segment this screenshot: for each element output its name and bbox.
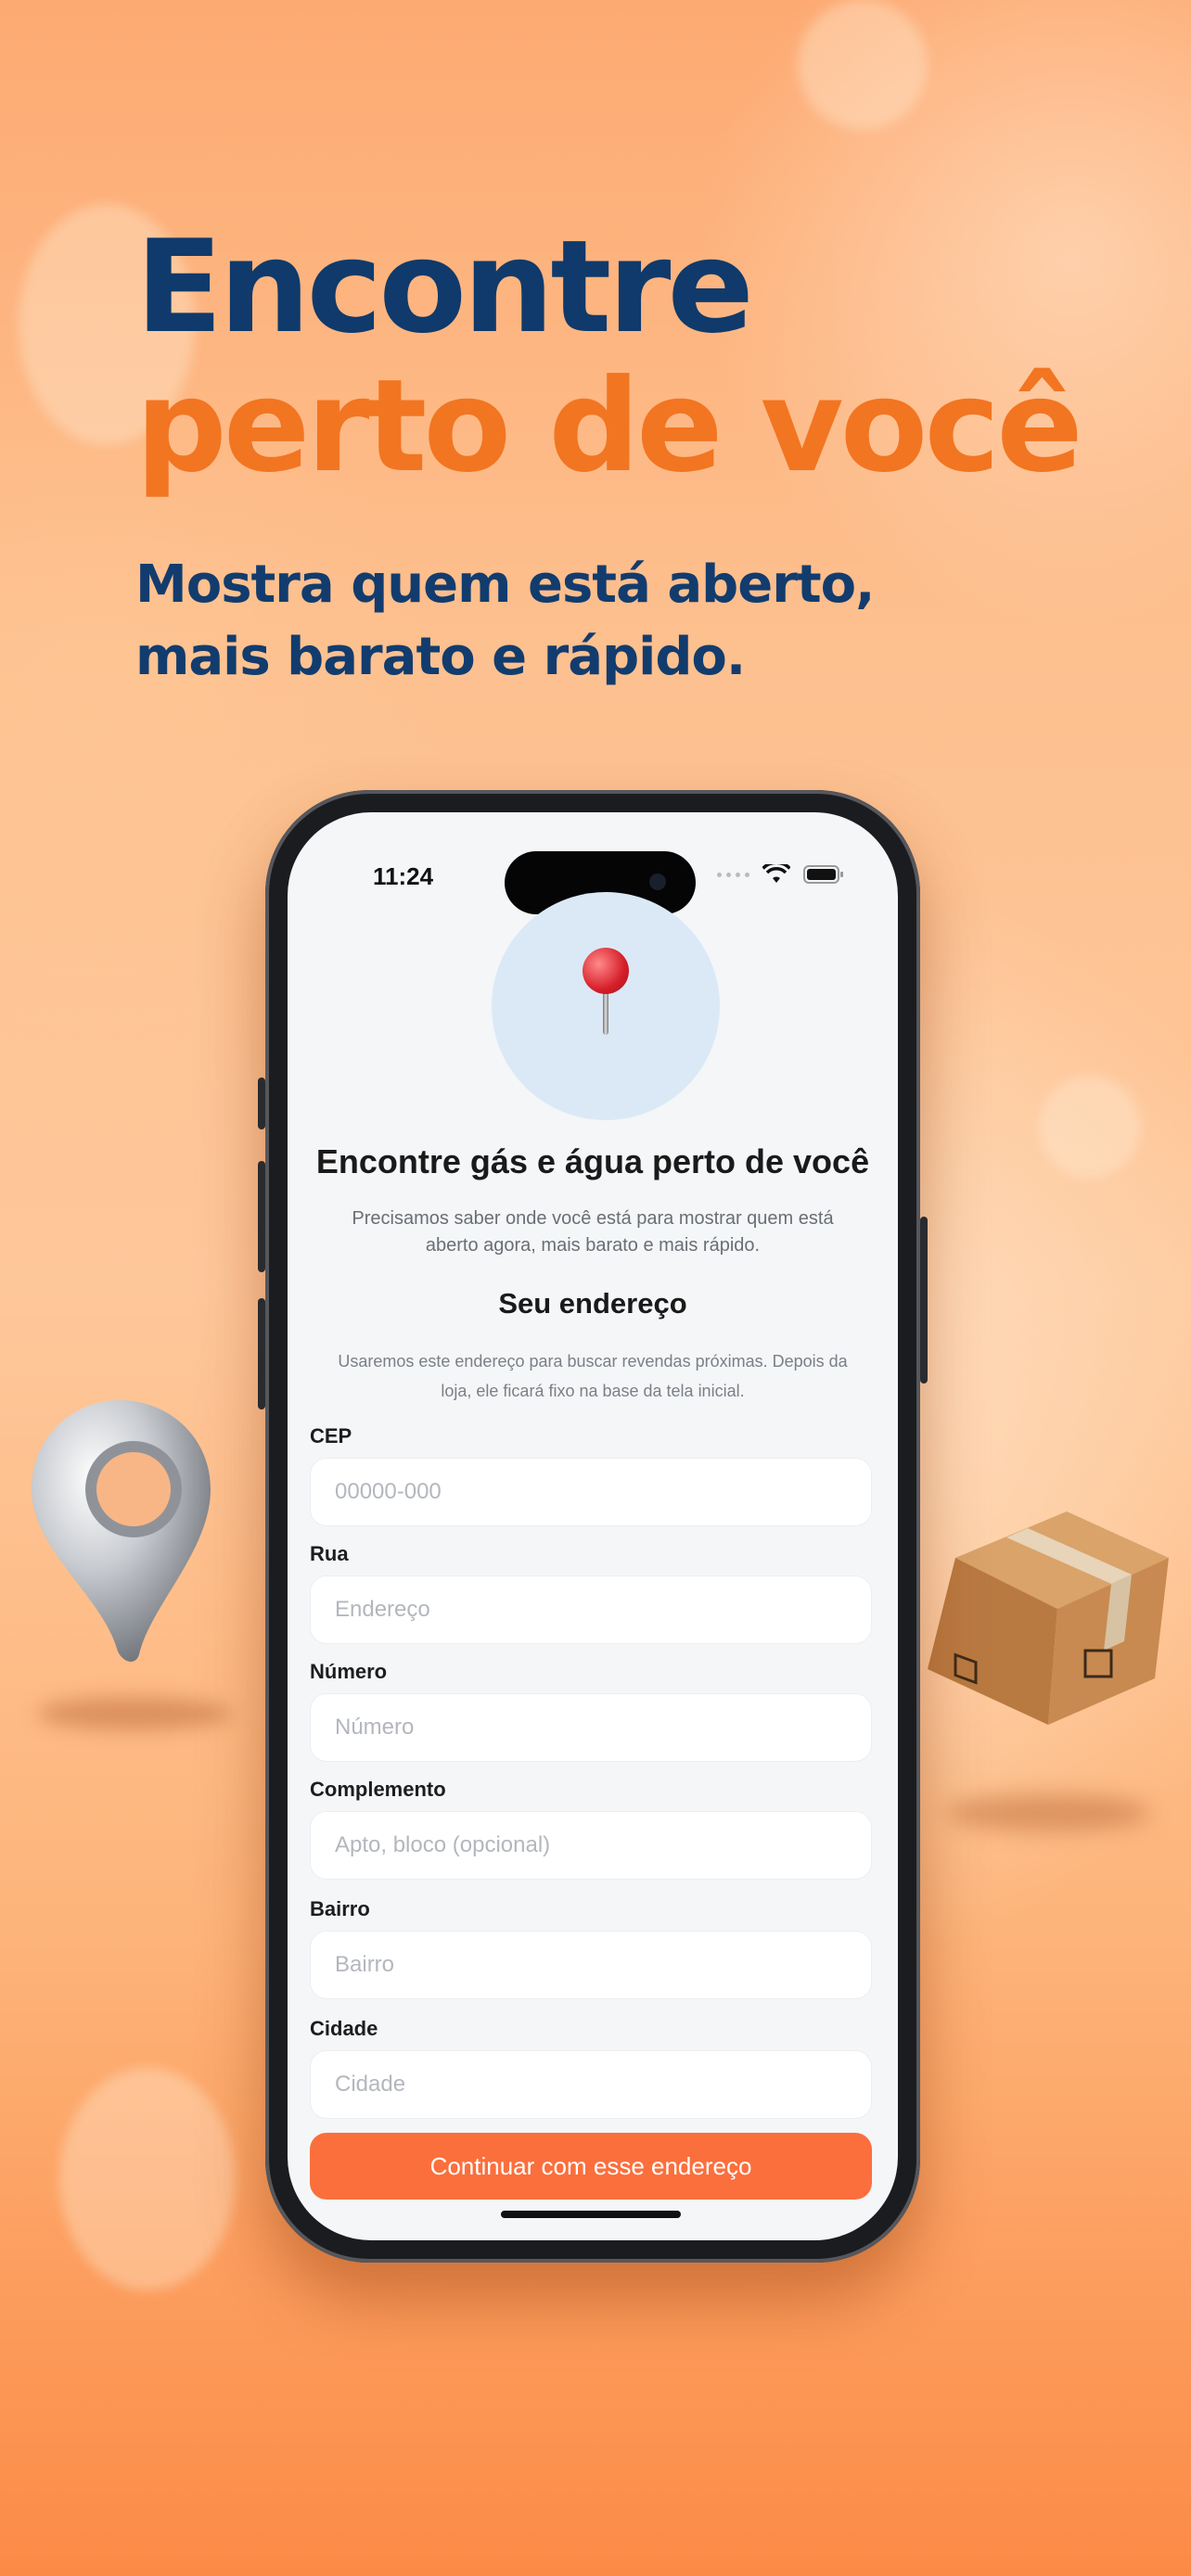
continue-button[interactable]: Continuar com esse endereço: [310, 2133, 872, 2200]
phone-power-button: [920, 1217, 928, 1384]
cep-field-group: CEP 00000-000: [310, 1424, 872, 1526]
complement-field-group: Complemento Apto, bloco (opcional): [310, 1778, 872, 1880]
hero-subtitle-line1: Mostra quem está aberto,: [135, 555, 875, 615]
location-pin-shadow: [37, 1697, 232, 1730]
neighborhood-label: Bairro: [310, 1897, 370, 1920]
phone-screen: 11:24 Encontre gás e água perto de você …: [288, 812, 898, 2240]
hero-title: Encontre perto de você: [135, 212, 1083, 501]
battery-icon: [803, 865, 843, 884]
pin-emoji-icon: [583, 948, 629, 994]
hero-title-line2: perto de você: [135, 351, 1083, 501]
location-3d-icon: [32, 1400, 211, 1662]
bokeh-light: [798, 0, 928, 130]
number-label: Número: [310, 1660, 388, 1683]
address-section-description: Usaremos este endereço para buscar reven…: [338, 1352, 848, 1400]
wifi-icon: [762, 864, 790, 883]
phone-volume-down-button: [258, 1298, 265, 1409]
status-icons: [717, 864, 844, 885]
screen-description: Precisamos saber onde você está para mos…: [352, 1208, 834, 1256]
hero-subtitle: Mostra quem está aberto, mais barato e r…: [135, 549, 875, 694]
number-input[interactable]: Número: [310, 1693, 872, 1762]
street-label: Rua: [310, 1542, 349, 1565]
neighborhood-input[interactable]: Bairro: [310, 1931, 872, 1999]
number-field-group: Número Número: [310, 1660, 872, 1762]
phone-mockup: 11:24 Encontre gás e água perto de você …: [258, 790, 928, 2263]
cep-label: CEP: [310, 1424, 352, 1447]
cep-input[interactable]: 00000-000: [310, 1458, 872, 1526]
city-input[interactable]: Cidade: [310, 2050, 872, 2119]
phone-volume-up-button: [258, 1161, 265, 1272]
location-illustration: [492, 892, 720, 1120]
neighborhood-field-group: Bairro Bairro: [310, 1897, 872, 1999]
status-time: 11:24: [373, 862, 434, 890]
hero-title-line1: Encontre: [135, 212, 754, 362]
bokeh-light: [59, 2068, 236, 2290]
street-field-group: Rua Endereço: [310, 1542, 872, 1644]
complement-label: Complemento: [310, 1778, 446, 1801]
complement-input[interactable]: Apto, bloco (opcional): [310, 1811, 872, 1880]
screen-title: Encontre gás e água perto de você: [315, 1142, 870, 1180]
package-box-shadow: [946, 1794, 1150, 1831]
street-input[interactable]: Endereço: [310, 1575, 872, 1644]
city-label: Cidade: [310, 2017, 378, 2040]
pin-emoji-icon-stick: [603, 988, 608, 1035]
address-section-title: Seu endereço: [498, 1287, 687, 1320]
package-box-3d-icon: [928, 1511, 1169, 1725]
home-indicator[interactable]: [501, 2211, 681, 2218]
bokeh-light: [1039, 1076, 1141, 1178]
phone-mute-button: [258, 1078, 265, 1129]
hero-subtitle-line2: mais barato e rápido.: [135, 627, 746, 687]
signal-dots-icon: [717, 872, 749, 877]
city-field-group: Cidade Cidade: [310, 2017, 872, 2119]
